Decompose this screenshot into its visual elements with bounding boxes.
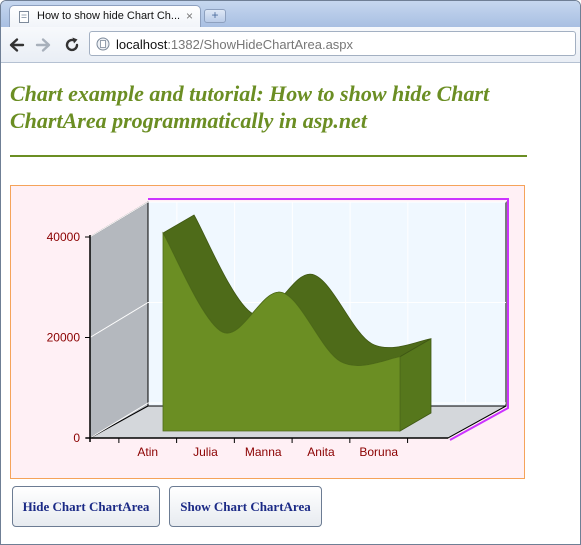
- url-host: localhost: [116, 37, 168, 52]
- url-path: :1382/ShowHideChartArea.aspx: [167, 37, 354, 52]
- x-tick-label: Atin: [137, 445, 158, 459]
- forward-arrow-icon[interactable]: [33, 35, 53, 55]
- page-document-icon: [96, 37, 110, 51]
- chart-svg: 0 20000 40000 Atin Julia Manna Anita Boruna: [47, 198, 509, 459]
- browser-tab[interactable]: How to show hide Chart Ch... ×: [9, 5, 201, 27]
- page-content: Chart example and tutorial: How to show …: [1, 63, 580, 544]
- new-tab-button[interactable]: +: [204, 9, 226, 23]
- browser-window: How to show hide Chart Ch... × + localho…: [0, 0, 581, 545]
- back-arrow-icon[interactable]: [7, 35, 27, 55]
- y-tick-label: 40000: [47, 230, 81, 244]
- show-chartarea-button[interactable]: Show Chart ChartArea: [169, 486, 322, 527]
- heading-divider: [10, 155, 527, 157]
- y-tick-label: 0: [73, 431, 80, 445]
- close-tab-icon[interactable]: ×: [186, 9, 193, 23]
- y-tick-label: 20000: [47, 331, 81, 345]
- address-bar[interactable]: localhost:1382/ShowHideChartArea.aspx: [89, 31, 576, 56]
- hide-chartarea-button[interactable]: Hide Chart ChartArea: [12, 486, 160, 527]
- x-tick-label: Julia: [193, 445, 218, 459]
- tab-title: How to show hide Chart Ch...: [37, 10, 181, 22]
- x-tick-label: Manna: [245, 445, 282, 459]
- reload-icon[interactable]: [62, 35, 82, 55]
- x-tick-label: Anita: [307, 445, 335, 459]
- page-heading: Chart example and tutorial: How to show …: [10, 81, 490, 133]
- url-text[interactable]: localhost:1382/ShowHideChartArea.aspx: [116, 37, 353, 52]
- browser-toolbar: localhost:1382/ShowHideChartArea.aspx: [1, 27, 580, 63]
- tab-strip: How to show hide Chart Ch... × +: [1, 1, 580, 27]
- x-tick-label: Boruna: [359, 445, 398, 459]
- page-favicon-icon: [19, 11, 29, 23]
- chart-container: 0 20000 40000 Atin Julia Manna Anita Boruna: [10, 185, 525, 479]
